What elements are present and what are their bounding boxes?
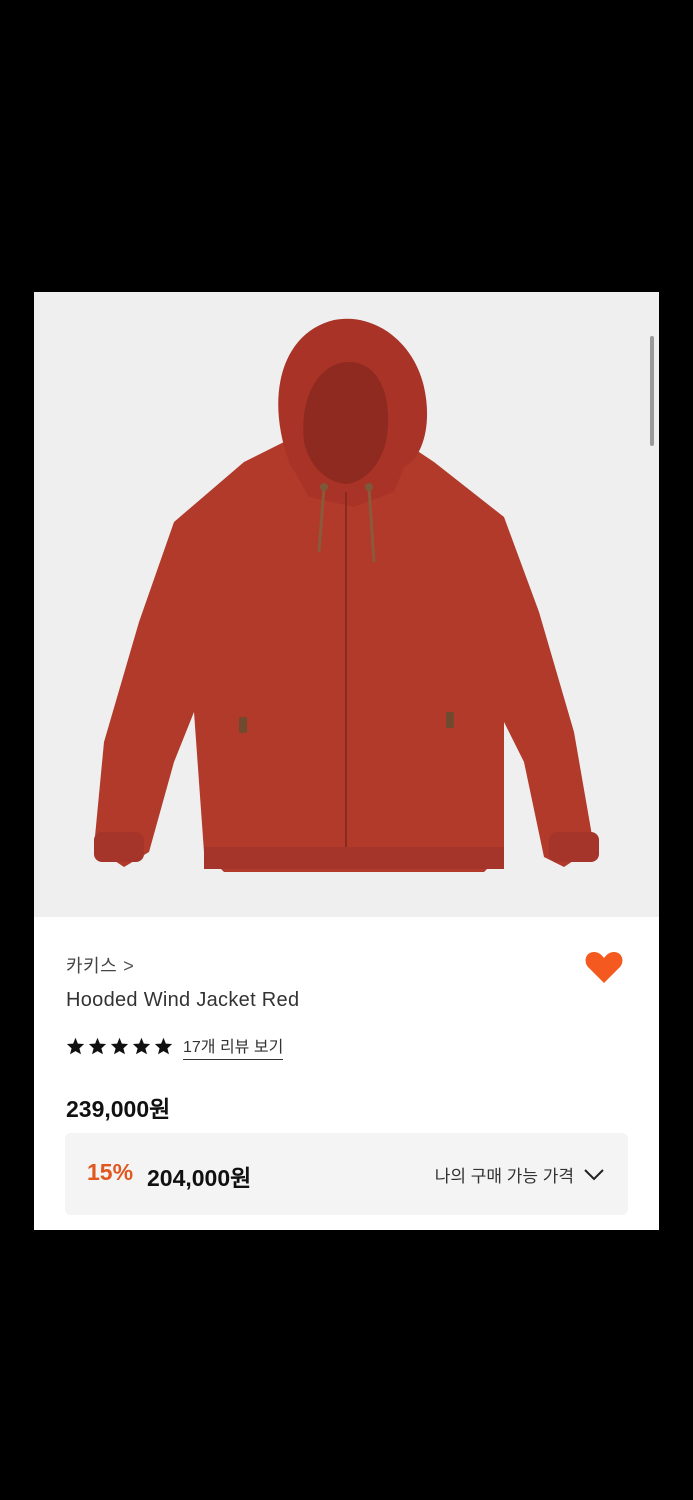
star-icon xyxy=(154,1037,173,1055)
pocket-zip-right xyxy=(446,712,454,728)
review-link[interactable]: 17개 리뷰 보기 xyxy=(183,1033,284,1060)
star-icon xyxy=(66,1037,85,1055)
jacket-hem xyxy=(204,847,504,869)
discount-box: 15% 204,000원 나의 구매 가능 가격 xyxy=(65,1133,628,1215)
discount-rate: 15% xyxy=(87,1159,134,1185)
cuff-right xyxy=(549,832,599,862)
jacket-illustration xyxy=(94,318,599,872)
star-rating xyxy=(66,1037,173,1055)
chevron-right-icon: > xyxy=(123,956,135,976)
rating-row: 17개 리뷰 보기 xyxy=(66,1033,284,1060)
product-card: 카키스 > Hooded Wind Jacket Red 17개 리뷰 보기 23… xyxy=(34,292,659,1230)
star-icon xyxy=(132,1037,151,1055)
chevron-down-icon xyxy=(584,1168,604,1180)
product-title: Hooded Wind Jacket Red xyxy=(66,989,300,1011)
wishlist-button[interactable] xyxy=(584,949,624,985)
star-icon xyxy=(110,1037,129,1055)
heart-filled-icon xyxy=(585,952,623,983)
discount-price: 204,000원 xyxy=(147,1165,252,1191)
scrollbar[interactable] xyxy=(650,336,654,446)
my-price-label: 나의 구매 가능 가격 xyxy=(434,1167,574,1186)
pocket-zip-left xyxy=(239,717,247,733)
brand-name: 카키스 xyxy=(66,956,118,976)
original-price: 239,000원 xyxy=(66,1096,171,1122)
jacket-body xyxy=(94,442,594,872)
product-image[interactable] xyxy=(34,292,659,917)
star-icon xyxy=(88,1037,107,1055)
my-price-toggle[interactable]: 나의 구매 가능 가격 xyxy=(435,1162,604,1187)
brand-link[interactable]: 카키스 > xyxy=(66,952,134,978)
cuff-left xyxy=(94,832,144,862)
